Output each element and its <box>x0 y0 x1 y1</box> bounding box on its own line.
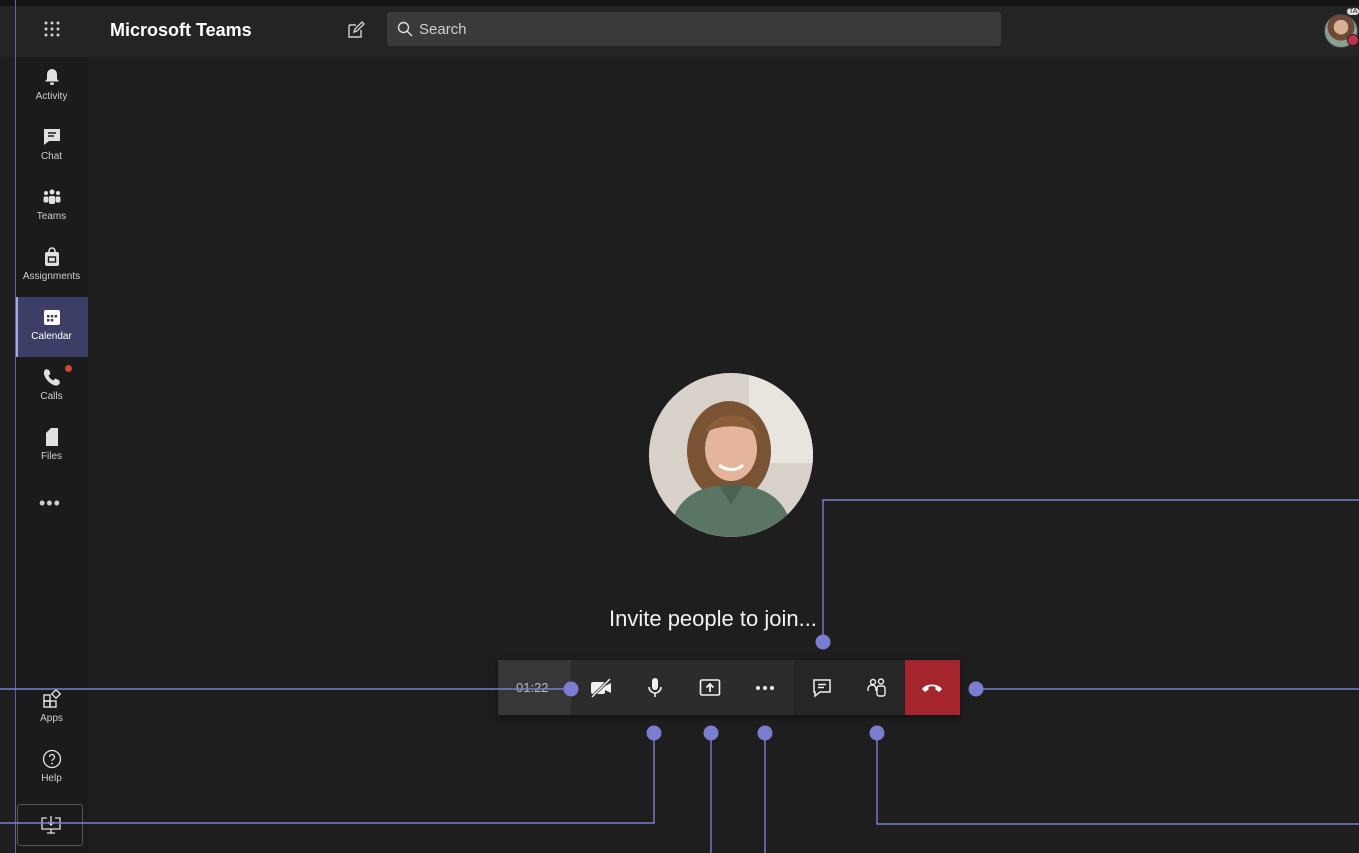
participant-portrait <box>649 373 813 537</box>
participants-icon <box>867 678 886 697</box>
rail-item-activity[interactable]: Activity <box>15 57 88 117</box>
hang-up-button[interactable] <box>905 660 960 715</box>
download-icon <box>41 816 61 834</box>
file-icon <box>46 428 58 446</box>
call-secondary-group <box>794 660 905 715</box>
avatar-tag: TA <box>1347 8 1359 15</box>
compose-icon[interactable] <box>346 20 366 40</box>
teams-icon <box>43 189 61 204</box>
assignments-icon <box>45 247 59 266</box>
rail-item-apps[interactable]: Apps <box>15 679 88 739</box>
participants-button[interactable] <box>849 660 903 715</box>
apps-icon <box>43 689 62 708</box>
rail-label: Help <box>41 773 62 784</box>
participant-photo <box>649 373 813 537</box>
rail-label: Activity <box>35 91 68 102</box>
rail-item-assignments[interactable]: Assignments <box>15 237 88 297</box>
call-control-bar: 01:22 <box>498 660 960 715</box>
chat-icon <box>44 129 60 145</box>
rail-item-help[interactable]: Help <box>15 739 88 799</box>
more-apps-button[interactable]: ••• <box>39 493 61 514</box>
hang-up-icon <box>922 684 942 692</box>
rail-edge <box>15 0 16 853</box>
rail-item-calendar[interactable]: Calendar <box>15 297 88 357</box>
call-timer-panel: 01:22 <box>498 660 571 715</box>
chat-icon <box>813 679 831 698</box>
app-rail: Activity Chat Teams Assignments Calendar… <box>15 57 88 853</box>
download-app-button[interactable] <box>17 804 83 846</box>
share-screen-icon <box>699 679 721 696</box>
search-box[interactable] <box>387 12 1001 46</box>
camera-toggle-button[interactable] <box>573 660 627 715</box>
phone-icon <box>43 369 60 386</box>
rail-item-calls[interactable]: Calls <box>15 357 88 417</box>
rail-label: Chat <box>40 151 63 162</box>
rail-label: Assignments <box>22 271 81 282</box>
search-input[interactable] <box>419 12 989 46</box>
rail-label: Teams <box>36 211 67 222</box>
bell-icon <box>45 69 59 85</box>
top-shade <box>0 0 1359 6</box>
calendar-icon <box>44 310 60 325</box>
rail-label: Calendar <box>31 331 72 342</box>
meeting-chat-button[interactable] <box>794 660 848 715</box>
rail-item-chat[interactable]: Chat <box>15 117 88 177</box>
help-icon <box>42 749 62 769</box>
presence-dot <box>1347 34 1359 46</box>
search-icon <box>397 21 413 37</box>
rail-label: Apps <box>40 713 63 724</box>
camera-off-icon <box>590 677 612 699</box>
more-icon <box>756 686 774 690</box>
rail-item-files[interactable]: Files <box>15 417 88 477</box>
waffle-icon[interactable] <box>40 17 64 41</box>
rail-item-teams[interactable]: Teams <box>15 177 88 237</box>
call-timer: 01:22 <box>516 680 549 695</box>
top-bar: Microsoft Teams TA <box>0 0 1359 57</box>
rail-label: Calls <box>40 391 63 402</box>
app-title: Microsoft Teams <box>110 20 252 40</box>
notification-dot <box>65 365 72 372</box>
more-actions-button[interactable] <box>737 660 791 715</box>
microphone-icon <box>648 678 662 697</box>
microphone-button[interactable] <box>627 660 681 715</box>
rail-label: Files <box>40 451 63 462</box>
invite-people-text[interactable]: Invite people to join... <box>609 606 817 632</box>
share-screen-button[interactable] <box>682 660 736 715</box>
